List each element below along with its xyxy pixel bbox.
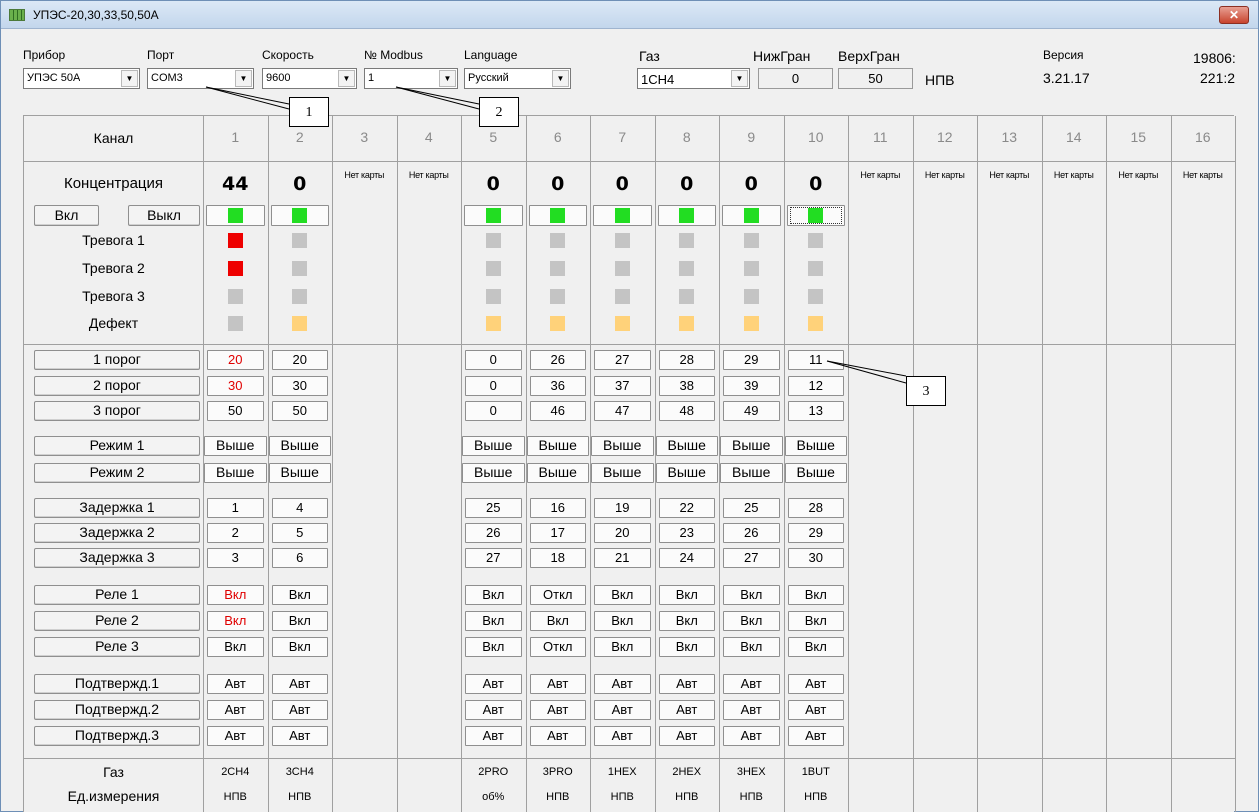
callout-3: 3 xyxy=(906,376,946,406)
callout-1: 1 xyxy=(289,97,329,127)
callout-2: 2 xyxy=(479,97,519,127)
main-window: УПЭС-20,30,33,50,50А ✕ Прибор УПЭС 50А ▼… xyxy=(0,0,1259,812)
callout-lines xyxy=(205,86,907,384)
